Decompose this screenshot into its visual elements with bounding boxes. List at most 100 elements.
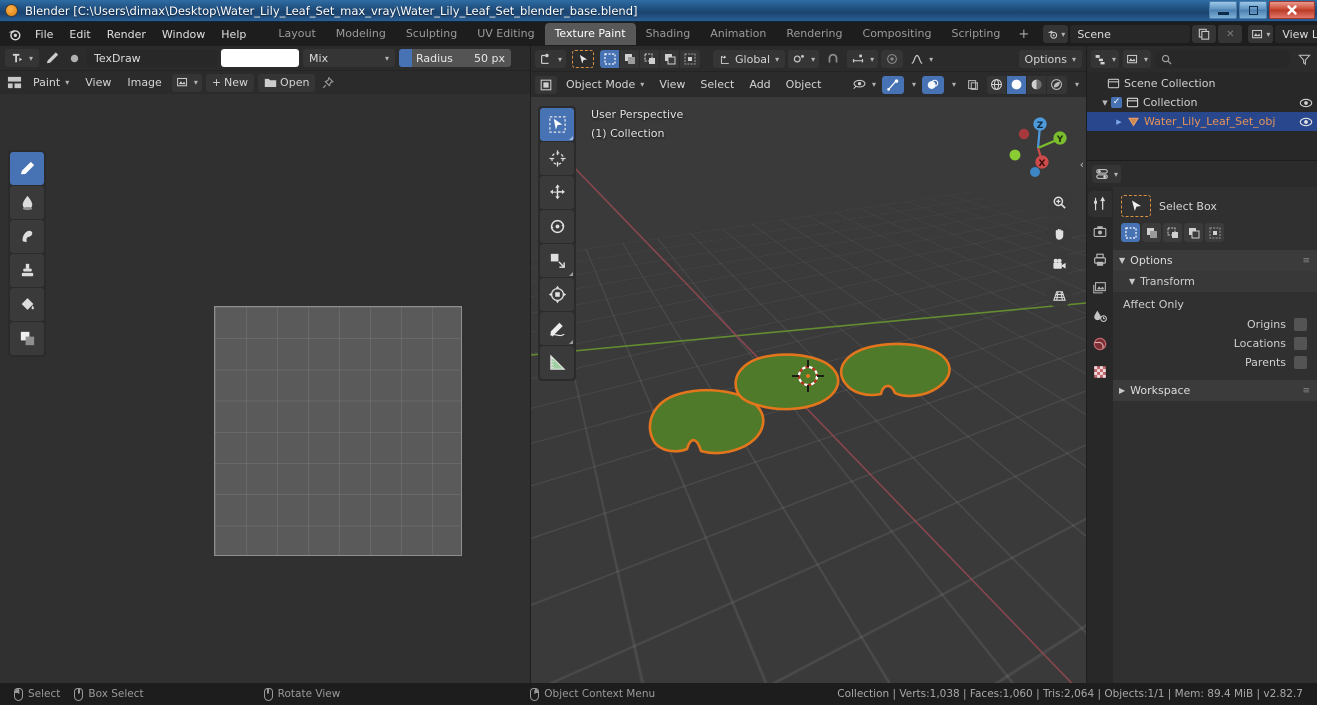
viewport-canvas[interactable]: User Perspective (1) Collection Z Y X ‹ <box>531 98 1086 683</box>
tool-clone[interactable] <box>10 254 44 287</box>
blender-logo-icon[interactable] <box>6 25 23 43</box>
collection-checkbox[interactable]: ✓ <box>1111 97 1122 108</box>
tab-modeling[interactable]: Modeling <box>326 23 396 45</box>
brush-datablock-icon[interactable] <box>65 49 83 67</box>
select-box-tool-icon[interactable] <box>1121 195 1151 217</box>
tool-rotate[interactable] <box>540 210 574 243</box>
tool-fill[interactable] <box>10 288 44 321</box>
outliner-display-mode-icon[interactable]: ▾ <box>1123 50 1152 68</box>
tool-draw[interactable] <box>10 152 44 185</box>
tab-scripting[interactable]: Scripting <box>941 23 1010 45</box>
menu-window[interactable]: Window <box>154 25 213 44</box>
editor-type-icon[interactable] <box>5 74 23 92</box>
tool-annotate[interactable] <box>540 312 574 345</box>
select-mode-segments[interactable] <box>600 50 701 68</box>
visibility-dropdown[interactable]: ▾ <box>849 76 879 94</box>
affect-parents-checkbox[interactable] <box>1294 356 1307 369</box>
sidebar-toggle-icon[interactable]: ‹ <box>1078 158 1086 171</box>
new-image-button[interactable]: + New <box>205 73 255 92</box>
properties-tab-view-layer[interactable] <box>1088 275 1112 301</box>
tab-texture-paint[interactable]: Texture Paint <box>544 23 636 45</box>
gizmo-options-dropdown[interactable]: ▾ <box>907 76 919 94</box>
menu-file[interactable]: File <box>27 25 61 44</box>
object-mode-dropdown[interactable]: Object Mode ▾ <box>560 76 650 94</box>
shading-rendered-icon[interactable] <box>1046 75 1067 94</box>
camera-icon[interactable] <box>1047 252 1072 277</box>
snap-magnet-icon[interactable] <box>822 50 844 68</box>
proportional-editing-icon[interactable] <box>881 50 904 68</box>
outliner-row-collection[interactable]: ▼ ✓ Collection <box>1087 93 1317 112</box>
image-browse-icon[interactable]: ▾ <box>171 73 202 92</box>
snap-settings-dropdown[interactable]: ▾ <box>847 50 879 68</box>
viewport-menu-add[interactable]: Add <box>743 76 776 94</box>
scene-duplicate-icon[interactable] <box>1192 25 1217 43</box>
editor-type-icon-3d[interactable] <box>535 75 557 94</box>
select-invert-icon[interactable] <box>660 50 681 68</box>
outliner-editor-type-icon[interactable]: ▾ <box>1091 50 1120 68</box>
image-canvas-area[interactable] <box>0 142 530 683</box>
properties-tab-tool[interactable] <box>1088 191 1112 217</box>
tab-layout[interactable]: Layout <box>268 23 325 45</box>
scene-browse-icon[interactable]: ▾ <box>1043 25 1069 43</box>
shading-material-preview-icon[interactable] <box>1026 75 1047 94</box>
shading-mode-segments[interactable] <box>986 75 1067 94</box>
view-layer-name-field[interactable]: View Layer <box>1275 25 1317 43</box>
falloff-curve-dropdown[interactable]: ▾ <box>906 50 937 68</box>
xray-toggle[interactable] <box>962 76 984 94</box>
viewport-menu-object[interactable]: Object <box>780 76 828 94</box>
pin-icon[interactable] <box>319 74 337 92</box>
add-workspace-button[interactable]: + <box>1010 27 1037 42</box>
properties-tab-texture[interactable] <box>1088 359 1112 385</box>
restore-button[interactable] <box>1239 1 1267 19</box>
perspective-grid-icon[interactable] <box>1047 283 1072 308</box>
zoom-icon[interactable] <box>1047 190 1072 215</box>
tool-measure[interactable] <box>540 346 574 379</box>
tab-compositing[interactable]: Compositing <box>853 23 942 45</box>
navigation-gizmo[interactable]: Z Y X <box>998 106 1078 186</box>
select-intersect-icon[interactable] <box>680 50 701 68</box>
panel-options[interactable]: ▼ Options ≡ <box>1113 250 1317 271</box>
select-mode-intersect[interactable] <box>1205 223 1224 242</box>
shading-options-dropdown[interactable]: ▾ <box>1070 76 1082 94</box>
blend-mode-dropdown[interactable]: Mix ▾ <box>303 49 396 67</box>
pan-hand-icon[interactable] <box>1047 221 1072 246</box>
menu-render[interactable]: Render <box>99 25 154 44</box>
tool-transform[interactable] <box>540 278 574 311</box>
visibility-eye-icon-collection[interactable] <box>1299 97 1313 109</box>
properties-tab-world[interactable] <box>1088 331 1112 357</box>
tool-scale[interactable] <box>540 244 574 277</box>
select-extend-icon[interactable] <box>620 50 641 68</box>
select-mode-set[interactable] <box>1121 223 1140 242</box>
brush-radius-slider[interactable]: Radius 50 px <box>399 49 512 67</box>
filter-icon[interactable] <box>1295 50 1313 68</box>
tab-sculpting[interactable]: Sculpting <box>396 23 467 45</box>
visibility-eye-icon-object[interactable] <box>1299 116 1313 128</box>
outliner-row-scene-collection[interactable]: Scene Collection <box>1087 74 1317 93</box>
image-canvas[interactable] <box>214 306 462 556</box>
select-subtract-icon[interactable] <box>640 50 661 68</box>
properties-tab-output[interactable] <box>1088 247 1112 273</box>
tab-uv-editing[interactable]: UV Editing <box>467 23 544 45</box>
tool-mask[interactable] <box>10 322 44 355</box>
show-overlays-toggle[interactable] <box>921 75 944 94</box>
transform-tool-selector[interactable]: ▾ <box>535 50 567 68</box>
menu-edit[interactable]: Edit <box>61 25 98 44</box>
pivot-point-dropdown[interactable]: ▾ <box>788 50 820 68</box>
shading-wireframe-icon[interactable] <box>986 75 1007 94</box>
paint-tool-selector[interactable]: ▾ <box>5 49 40 67</box>
tool-select-box[interactable] <box>540 108 574 141</box>
scene-remove-icon[interactable]: ✕ <box>1218 25 1243 43</box>
disclosure-triangle-collection[interactable]: ▼ <box>1099 99 1111 107</box>
close-button[interactable] <box>1269 1 1315 19</box>
tab-shading[interactable]: Shading <box>636 23 701 45</box>
brush-color-swatch[interactable] <box>221 49 300 67</box>
shading-solid-icon[interactable] <box>1006 75 1027 94</box>
properties-tab-render[interactable] <box>1088 219 1112 245</box>
outliner-row-object[interactable]: ▶ Water_Lily_Leaf_Set_obj <box>1087 112 1317 131</box>
menu-image[interactable]: Image <box>121 74 167 92</box>
affect-origins-checkbox[interactable] <box>1294 318 1307 331</box>
tab-animation[interactable]: Animation <box>700 23 776 45</box>
paint-mode-dropdown[interactable]: Paint ▾ <box>27 74 75 92</box>
outliner-search-input[interactable] <box>1155 50 1291 68</box>
select-mode-subtract[interactable] <box>1163 223 1182 242</box>
